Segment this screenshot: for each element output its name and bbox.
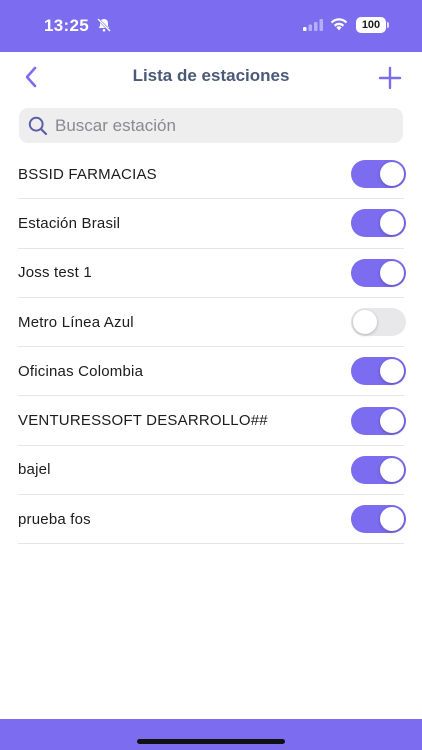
- bottom-bar: [0, 719, 422, 750]
- battery-level: 100: [361, 19, 381, 31]
- nav-bar: Lista de estaciones: [0, 52, 422, 102]
- station-name: Metro Línea Azul: [18, 313, 134, 331]
- station-name: Oficinas Colombia: [18, 362, 144, 380]
- station-toggle[interactable]: [351, 357, 406, 386]
- station-row[interactable]: Oficinas Colombia: [18, 347, 406, 397]
- page-title: Lista de estaciones: [132, 66, 290, 85]
- toggle-knob: [380, 507, 404, 532]
- toggle-knob: [353, 310, 377, 335]
- wifi-icon: [330, 18, 348, 31]
- station-toggle[interactable]: [351, 406, 406, 435]
- toggle-knob: [380, 359, 404, 384]
- station-name: bajel: [18, 461, 51, 479]
- add-station-button[interactable]: [376, 64, 404, 92]
- station-toggle[interactable]: [351, 258, 406, 287]
- station-row[interactable]: BSSID FARMACIAS: [18, 150, 406, 200]
- search-bar[interactable]: [19, 108, 403, 143]
- station-name: Estación Brasil: [18, 214, 121, 232]
- bell-slash-icon: [97, 18, 111, 32]
- station-row[interactable]: Estación Brasil: [18, 199, 406, 249]
- station-row[interactable]: Joss test 1: [18, 249, 406, 298]
- signal-icon: [303, 19, 323, 31]
- station-row[interactable]: Metro Línea Azul: [18, 298, 406, 348]
- status-bar: 13:25 100: [0, 0, 422, 52]
- station-row[interactable]: VENTURESSOFT DESARROLLO##: [18, 396, 406, 446]
- station-row[interactable]: prueba fos: [18, 495, 406, 545]
- station-name: VENTURESSOFT DESARROLLO##: [18, 412, 268, 430]
- toggle-knob: [380, 408, 404, 433]
- station-toggle[interactable]: [351, 505, 406, 534]
- station-name: BSSID FARMACIAS: [18, 165, 157, 183]
- station-toggle[interactable]: [351, 209, 406, 238]
- toggle-knob: [380, 260, 404, 285]
- station-toggle[interactable]: [351, 455, 406, 484]
- battery-icon: 100: [356, 17, 386, 33]
- station-row[interactable]: bajel: [18, 446, 406, 496]
- status-time: 13:25: [44, 16, 89, 35]
- search-icon: [28, 116, 48, 135]
- search-input[interactable]: [55, 115, 385, 136]
- station-list: BSSID FARMACIAS Estación Brasil Joss tes…: [18, 150, 406, 545]
- station-toggle[interactable]: [351, 308, 406, 337]
- plus-icon: [378, 66, 402, 90]
- battery-tip: [387, 22, 389, 28]
- home-indicator[interactable]: [137, 739, 285, 744]
- toggle-knob: [380, 457, 404, 482]
- toggle-knob: [380, 162, 404, 187]
- station-toggle[interactable]: [351, 160, 406, 189]
- station-name: prueba fos: [18, 510, 91, 528]
- station-name: Joss test 1: [18, 264, 92, 282]
- toggle-knob: [380, 211, 404, 236]
